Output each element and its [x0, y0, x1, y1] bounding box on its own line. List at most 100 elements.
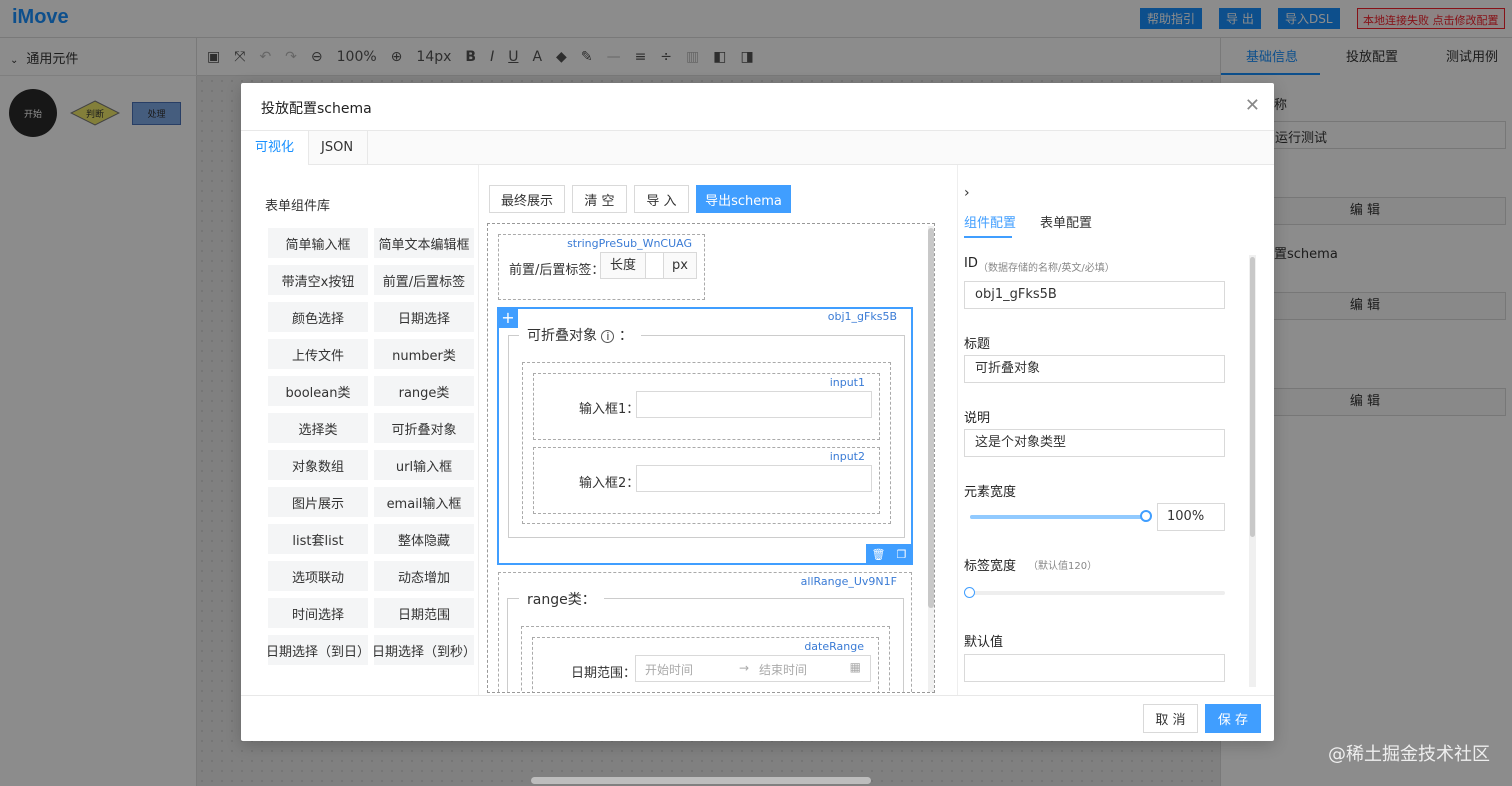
field-id: input1 [829, 376, 865, 389]
library-item[interactable]: number类 [374, 339, 474, 369]
default-value-label: 默认值 [964, 635, 1004, 650]
component-library: 表单组件库 简单输入框 简单文本编辑框 带清空x按钮 前置/后置标签 颜色选择 日期选择上… [241, 165, 479, 695]
tab-json[interactable]: JSON [307, 131, 369, 165]
library-item[interactable]: 日期选择 [374, 302, 474, 332]
watermark: @稀土掘金技术社区 [1328, 744, 1490, 765]
width-slider-fill [970, 515, 1146, 519]
canvas-hscroll-thumb[interactable] [531, 777, 871, 784]
tab-component-config[interactable]: 组件配置 [964, 212, 1016, 231]
library-item[interactable]: 日期范围 [374, 598, 474, 628]
calendar-icon: ▦ [849, 660, 861, 674]
range-title[interactable]: range类： [519, 589, 604, 609]
field-label: 输入框1： [579, 402, 640, 417]
modal-tabs: 可视化 JSON [241, 130, 1274, 165]
form-canvas[interactable]: stringPreSub_WnCUAG 前置/后置标签： 长度 px + obj… [487, 223, 935, 693]
collapse-icon[interactable]: › [964, 185, 970, 201]
library-item[interactable]: 选择类 [268, 413, 368, 443]
library-item[interactable]: 动态增加 [374, 561, 474, 591]
library-item[interactable]: url输入框 [374, 450, 474, 480]
library-item[interactable]: range类 [374, 376, 474, 406]
library-item[interactable]: 整体隐藏 [374, 524, 474, 554]
clear-button[interactable]: 清 空 [572, 185, 627, 213]
start-time-placeholder: 开始时间 [645, 663, 694, 677]
input1-field[interactable] [636, 391, 872, 418]
field-date-range[interactable]: dateRange 日期范围： 开始时间 → 结束时间 ▦ [532, 637, 879, 692]
object-legend[interactable]: 可折叠对象 i ： [519, 325, 641, 345]
label-width-slider-handle[interactable] [964, 587, 975, 598]
prefix-suffix-input[interactable]: 长度 px [600, 252, 697, 279]
library-item[interactable]: 日期选择（到日） [266, 635, 370, 665]
title-label: 标题 [964, 337, 991, 352]
close-icon[interactable]: ✕ [1245, 95, 1260, 116]
field-id: allRange_Uv9N1F [800, 575, 897, 588]
library-title: 表单组件库 [265, 199, 331, 214]
end-time-placeholder: 结束时间 [759, 663, 808, 677]
id-input[interactable]: obj1_gFks5B [964, 281, 1225, 309]
width-input[interactable]: 100% [1157, 503, 1225, 531]
info-icon: i [601, 330, 615, 343]
library-item[interactable]: 简单输入框 [268, 228, 368, 258]
id-label: ID [964, 256, 978, 271]
label-width-hint: （默认值120） [1028, 561, 1098, 572]
description-input[interactable]: 这是个对象类型 [964, 429, 1225, 457]
properties-panel: › 组件配置 表单配置 ID （数据存储的名称/英文/必填） obj1_gFks… [957, 165, 1274, 695]
input2-field[interactable] [636, 465, 872, 492]
props-tab-indicator [964, 236, 1012, 238]
tab-form-config[interactable]: 表单配置 [1040, 212, 1092, 231]
label-width-label: 标签宽度 [964, 559, 1017, 574]
save-button[interactable]: 保 存 [1205, 704, 1261, 733]
props-scrollbar-thumb[interactable] [1250, 257, 1255, 537]
library-item[interactable]: 颜色选择 [268, 302, 368, 332]
width-slider-handle[interactable] [1140, 510, 1152, 522]
library-item[interactable]: 选项联动 [268, 561, 368, 591]
library-item[interactable]: 带清空x按钮 [268, 265, 368, 295]
legend-colon: ： [618, 328, 633, 344]
copy-icon[interactable]: ❐ [897, 548, 907, 561]
tab-visual[interactable]: 可视化 [241, 131, 310, 165]
field-id: obj1_gFks5B [827, 310, 897, 323]
prefix-addon: 长度 [601, 253, 646, 278]
field-id: stringPreSub_WnCUAG [567, 237, 692, 250]
library-item[interactable]: 日期选择（到秒） [372, 635, 476, 665]
prefix-suffix-block[interactable]: stringPreSub_WnCUAG 前置/后置标签： 长度 px [498, 234, 705, 300]
form-preview-area: 最终展示 清 空 导 入 导出schema stringPreSub_WnCUA… [481, 165, 957, 695]
label-width-slider-track[interactable] [970, 591, 1225, 595]
delete-icon[interactable]: 🗑 [872, 548, 886, 561]
object-block[interactable]: + obj1_gFks5B 可折叠对象 i ： input1 输入框1： inp… [497, 307, 913, 565]
width-slider-track[interactable] [970, 515, 1146, 519]
library-item[interactable]: 可折叠对象 [374, 413, 474, 443]
field-id: input2 [829, 450, 865, 463]
library-item[interactable]: email输入框 [374, 487, 474, 517]
export-schema-button[interactable]: 导出schema [696, 185, 791, 213]
range-block[interactable]: allRange_Uv9N1F range类： dateRange 日期范围： … [498, 572, 912, 692]
id-hint: （数据存储的名称/英文/必填） [978, 263, 1115, 274]
cancel-button[interactable]: 取 消 [1143, 704, 1198, 733]
library-item[interactable]: 简单文本编辑框 [374, 228, 474, 258]
modal-footer: 取 消 保 存 [241, 695, 1274, 741]
library-item[interactable]: list套list [268, 524, 368, 554]
library-item[interactable]: 上传文件 [268, 339, 368, 369]
library-item[interactable]: 图片展示 [268, 487, 368, 517]
field-label: 日期范围： [571, 666, 637, 681]
range-arrow: → [739, 661, 750, 675]
final-display-button[interactable]: 最终展示 [489, 185, 565, 213]
library-item[interactable]: 时间选择 [268, 598, 368, 628]
modal-title: 投放配置schema [261, 101, 372, 117]
field-input1[interactable]: input1 输入框1： [533, 373, 880, 440]
library-item[interactable]: 前置/后置标签 [374, 265, 474, 295]
add-icon[interactable]: + [498, 308, 518, 328]
field-label: 输入框2： [579, 476, 640, 491]
field-input2[interactable]: input2 输入框2： [533, 447, 880, 514]
title-input[interactable]: 可折叠对象 [964, 355, 1225, 383]
library-item[interactable]: boolean类 [268, 376, 368, 406]
preview-scrollbar-thumb[interactable] [928, 228, 934, 608]
object-children: input1 输入框1： input2 输入框2： [522, 362, 891, 524]
date-range-picker[interactable]: 开始时间 → 结束时间 ▦ [635, 655, 871, 682]
import-button[interactable]: 导 入 [634, 185, 689, 213]
suffix-addon: px [663, 253, 696, 278]
field-id: dateRange [804, 640, 864, 653]
default-value-input[interactable] [964, 654, 1225, 682]
width-label: 元素宽度 [964, 485, 1017, 500]
field-label: 前置/后置标签： [509, 263, 605, 278]
library-item[interactable]: 对象数组 [268, 450, 368, 480]
